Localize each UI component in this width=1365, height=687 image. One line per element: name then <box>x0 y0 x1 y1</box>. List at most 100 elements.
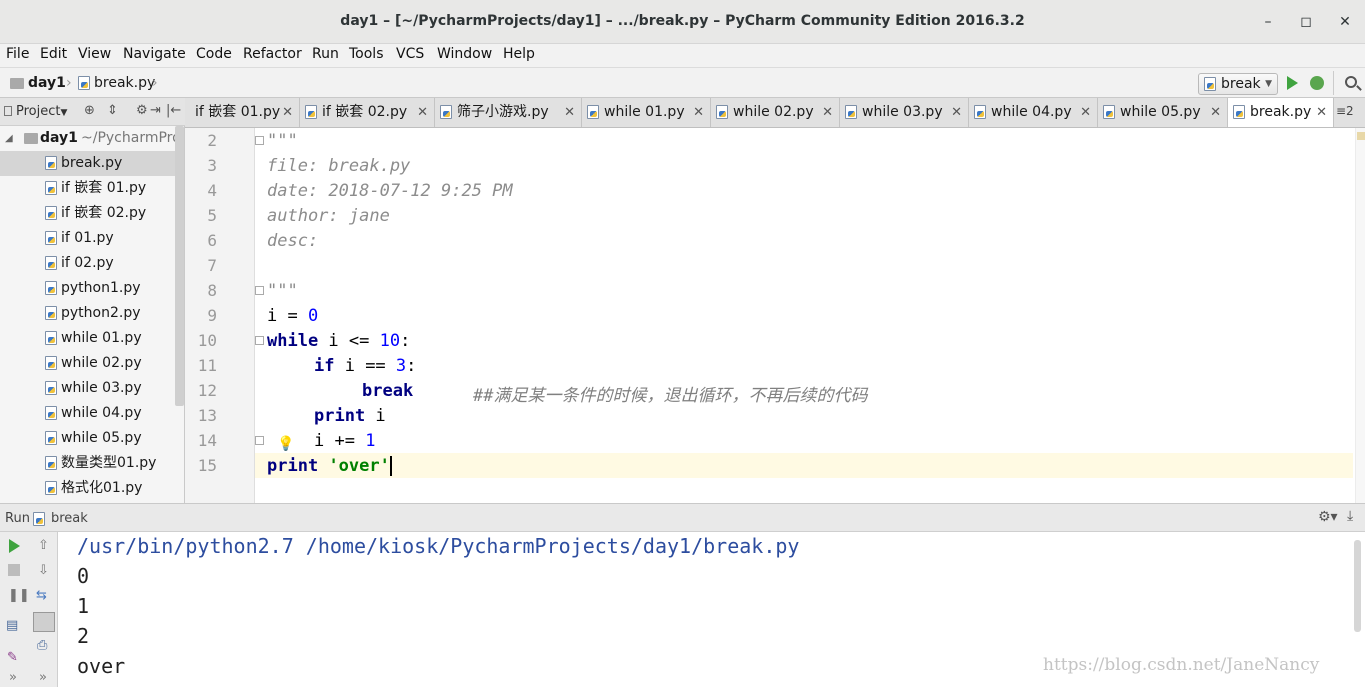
menu-vcs[interactable]: VCS <box>396 46 424 62</box>
editor-scrollbar[interactable] <box>1355 128 1365 503</box>
tree-file[interactable]: python1.py <box>0 276 175 301</box>
more-icon[interactable]: » <box>39 670 47 685</box>
pin-icon[interactable]: ✎ <box>7 650 18 665</box>
editor-gutter: 2 3 4 5 6 7 8 9 10 11 12 13 14 15 <box>185 128 255 503</box>
fold-marker-icon[interactable] <box>255 136 264 145</box>
tree-file[interactable]: while 05.py <box>0 426 175 451</box>
hide-panel-icon[interactable]: ⇥ <box>150 103 161 118</box>
breadcrumb-file[interactable]: break.py <box>94 75 155 91</box>
collapse-all-icon[interactable]: ⇕ <box>107 103 118 118</box>
settings-gear-icon[interactable]: ⚙▾ <box>1318 509 1338 525</box>
tab-while-02[interactable]: while 02.py ✕ <box>711 98 840 127</box>
scroll-to-end-icon[interactable] <box>33 612 55 632</box>
run-tab-break[interactable]: break <box>51 511 88 526</box>
code-line-5: author: jane <box>267 206 390 226</box>
maximize-button[interactable]: ◻ <box>1294 11 1318 33</box>
line-number: 15 <box>197 456 217 475</box>
fold-marker-icon[interactable] <box>255 436 264 445</box>
tab-if-nested-02[interactable]: if 嵌套 02.py ✕ <box>300 98 435 127</box>
close-tab-icon[interactable]: ✕ <box>417 98 428 127</box>
settings-gear-icon[interactable]: ⚙ <box>136 103 148 118</box>
breadcrumb-project[interactable]: day1 <box>28 75 66 91</box>
scroll-from-source-icon[interactable]: ⊕ <box>84 103 95 118</box>
menu-window[interactable]: Window <box>437 46 492 62</box>
expand-arrow-icon[interactable]: ◢ <box>5 126 13 151</box>
search-icon[interactable] <box>1345 76 1357 88</box>
tree-file[interactable]: while 04.py <box>0 401 175 426</box>
pause-icon[interactable]: ❚❚ <box>8 588 30 603</box>
tree-file[interactable]: if 嵌套 01.py <box>0 176 175 201</box>
tree-file[interactable]: 数量类型01.py <box>0 451 175 476</box>
close-tab-icon[interactable]: ✕ <box>822 98 833 127</box>
tree-file[interactable]: if 嵌套 02.py <box>0 201 175 226</box>
menu-code[interactable]: Code <box>196 46 232 62</box>
fold-marker-icon[interactable] <box>255 286 264 295</box>
rerun-icon[interactable] <box>9 539 20 553</box>
python-file-icon <box>716 105 728 119</box>
lightbulb-icon[interactable]: 💡 <box>277 436 294 452</box>
close-tab-icon[interactable]: ✕ <box>693 98 704 127</box>
restore-layout-icon[interactable]: ▤ <box>6 618 18 633</box>
tree-file[interactable]: if 01.py <box>0 226 175 251</box>
soft-wrap-icon[interactable]: ⇆ <box>36 588 47 603</box>
tab-while-05[interactable]: while 05.py ✕ <box>1098 98 1228 127</box>
python-file-icon <box>45 206 57 220</box>
project-tree-scrollbar[interactable] <box>175 126 184 406</box>
stop-icon[interactable] <box>8 564 20 576</box>
menu-bar: File Edit View Navigate Code Refactor Ru… <box>0 44 1365 67</box>
down-arrow-icon[interactable]: ⇩ <box>38 563 49 578</box>
fold-marker-icon[interactable] <box>255 336 264 345</box>
navigation-bar: day1 › break.py › break ▼ <box>0 67 1365 98</box>
tab-break[interactable]: break.py ✕ <box>1228 98 1334 127</box>
tree-file[interactable]: while 02.py <box>0 351 175 376</box>
tree-file[interactable]: if 02.py <box>0 251 175 276</box>
tree-file[interactable]: python2.py <box>0 301 175 326</box>
project-view-icon <box>4 106 12 116</box>
menu-tools[interactable]: Tools <box>349 46 384 62</box>
tree-file[interactable]: break.py <box>0 151 175 176</box>
menu-view[interactable]: View <box>78 46 111 62</box>
run-configuration-select[interactable]: break ▼ <box>1198 73 1278 95</box>
tree-file[interactable]: 格式化01.py <box>0 476 175 501</box>
python-file-icon <box>45 381 57 395</box>
python-file-icon <box>45 306 57 320</box>
line-number: 3 <box>207 156 217 175</box>
tree-file[interactable]: while 03.py <box>0 376 175 401</box>
tab-if-nested-01[interactable]: if 嵌套 01.py ✕ <box>185 98 300 127</box>
up-arrow-icon[interactable]: ⇧ <box>38 538 49 553</box>
run-icon[interactable] <box>1287 76 1298 90</box>
minimize-button[interactable]: – <box>1256 11 1280 33</box>
code-line-2: """ <box>267 131 298 151</box>
menu-edit[interactable]: Edit <box>40 46 67 62</box>
menu-navigate[interactable]: Navigate <box>123 46 186 62</box>
debug-icon[interactable] <box>1310 76 1324 90</box>
project-view-selector[interactable]: Project▼ <box>16 104 67 119</box>
close-tab-icon[interactable]: ✕ <box>1210 98 1221 127</box>
menu-help[interactable]: Help <box>503 46 535 62</box>
menu-refactor[interactable]: Refactor <box>243 46 302 62</box>
close-tab-icon[interactable]: ✕ <box>1316 98 1327 127</box>
close-tab-icon[interactable]: ✕ <box>951 98 962 127</box>
panel-pin-icon[interactable]: |← <box>166 103 181 118</box>
more-icon[interactable]: » <box>9 670 17 685</box>
tab-overflow-icon[interactable]: ≡2 <box>1336 104 1354 118</box>
close-tab-icon[interactable]: ✕ <box>564 98 575 127</box>
tree-file[interactable]: while 01.py <box>0 326 175 351</box>
tree-root-day1[interactable]: ◢ day1 ~/PycharmProje <box>0 126 184 151</box>
close-tab-icon[interactable]: ✕ <box>1080 98 1091 127</box>
tab-dice-game[interactable]: 筛子小游戏.py ✕ <box>435 98 582 127</box>
menu-file[interactable]: File <box>6 46 29 62</box>
folder-icon <box>10 78 24 89</box>
tab-while-03[interactable]: while 03.py ✕ <box>840 98 969 127</box>
window-title: day1 – [~/PycharmProjects/day1] – .../br… <box>340 13 1025 29</box>
tab-while-01[interactable]: while 01.py ✕ <box>582 98 711 127</box>
close-button[interactable]: ✕ <box>1333 11 1357 33</box>
tab-while-04[interactable]: while 04.py ✕ <box>969 98 1098 127</box>
close-tab-icon[interactable]: ✕ <box>282 98 293 127</box>
menu-run[interactable]: Run <box>312 46 339 62</box>
python-file-icon <box>78 76 90 90</box>
print-icon[interactable]: ⎙ <box>37 638 47 653</box>
code-editor[interactable]: 2 3 4 5 6 7 8 9 10 11 12 13 14 15 💡 """ … <box>185 128 1365 503</box>
console-scrollbar[interactable] <box>1354 540 1361 632</box>
hide-panel-icon[interactable]: ⤓ <box>1347 508 1353 524</box>
